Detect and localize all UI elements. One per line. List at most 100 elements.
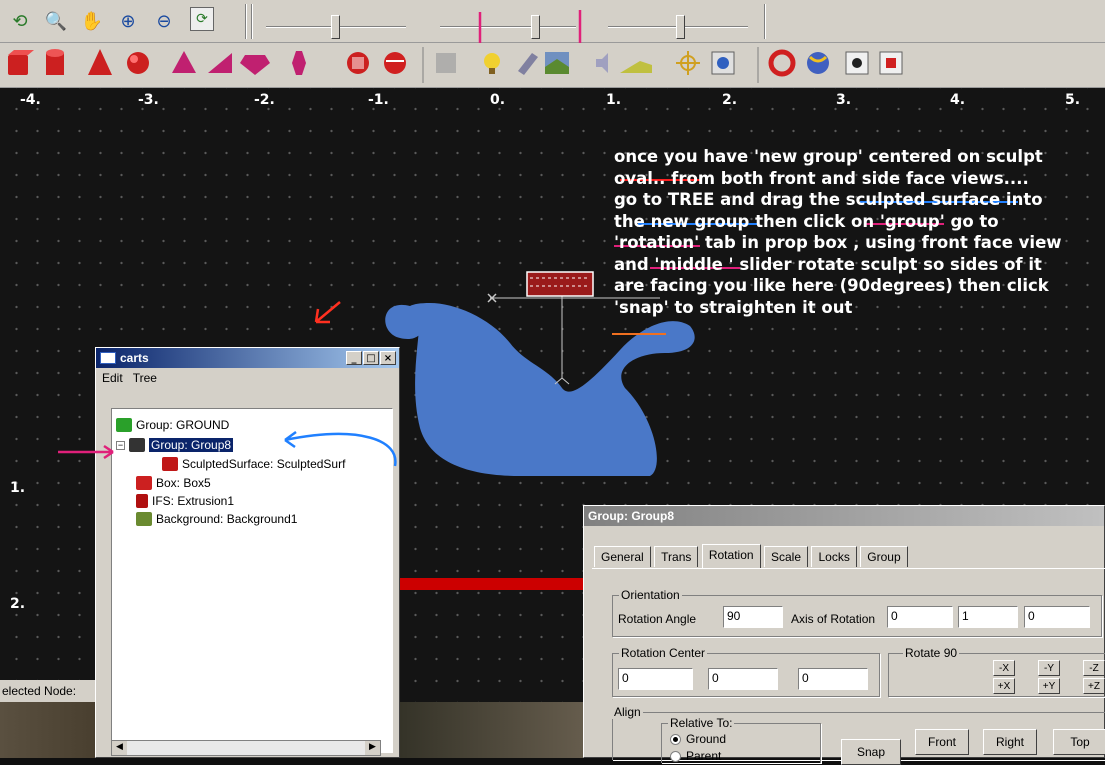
properties-tabs: General Trans Rotation Scale Locks Group [594, 544, 908, 568]
properties-titlebar[interactable]: Group: Group8 [584, 506, 1104, 526]
red-arrow-annotation [314, 301, 341, 324]
instruction-line: are facing you like here (90degrees) the… [614, 276, 1049, 295]
tree-node-label: Group: GROUND [136, 418, 230, 432]
orbit-icon[interactable]: ⟲ [6, 7, 34, 35]
texture-icon[interactable] [879, 51, 903, 75]
sphere-icon[interactable] [127, 52, 149, 74]
wedge-icon[interactable] [208, 53, 232, 73]
tab-trans[interactable]: Trans [654, 546, 699, 567]
tree-node-label: Background: Background1 [156, 512, 298, 526]
rotation-tab-panel: Orientation Rotation Angle 90 Axis of Ro… [592, 568, 1105, 765]
rotate-minus-y-button[interactable]: -Y [1038, 660, 1060, 676]
rotation-angle-field[interactable]: 90 [723, 606, 783, 628]
toolbar-separator [764, 4, 766, 39]
center-x-field[interactable]: 0 [618, 668, 693, 690]
cone-icon[interactable] [88, 49, 112, 75]
world-icon[interactable] [807, 52, 829, 74]
rotate-plus-x-button[interactable]: +X [993, 678, 1015, 694]
scroll-right-icon[interactable]: ▶ [365, 741, 380, 755]
horizontal-scrollbar[interactable]: ◀ ▶ [111, 740, 381, 756]
menu-tree[interactable]: Tree [133, 371, 157, 385]
tree-node-sculpted[interactable]: SculptedSurface: SculptedSurf [162, 457, 345, 471]
snap-button[interactable]: Snap [841, 739, 901, 765]
carts-menubar: Edit Tree [96, 368, 399, 388]
zoom-region-icon[interactable]: 🔍 [42, 7, 70, 35]
rotate-minus-x-button[interactable]: -X [993, 660, 1015, 676]
background-icon[interactable] [545, 52, 569, 74]
selected-group-bbox[interactable] [526, 271, 594, 297]
rotate-minus-z-button[interactable]: -Z [1083, 660, 1105, 676]
rotate-plus-z-button[interactable]: +Z [1083, 678, 1105, 694]
tab-rotation[interactable]: Rotation [701, 544, 761, 568]
tab-locks[interactable]: Locks [811, 546, 857, 567]
vase-icon[interactable] [292, 51, 306, 75]
relative-to-group: Relative To: Ground Parent [661, 716, 821, 763]
cylinder-icon[interactable] [46, 49, 64, 75]
axis-of-rotation-label: Axis of Rotation [791, 612, 876, 626]
tree-node-box[interactable]: Box: Box5 [136, 476, 211, 490]
extrusion-icon[interactable] [347, 52, 369, 74]
tree-node-ifs[interactable]: IFS: Extrusion1 [136, 494, 234, 508]
sound-icon[interactable] [596, 53, 608, 73]
terrain-icon[interactable] [620, 61, 652, 73]
right-button[interactable]: Right [983, 729, 1037, 755]
gem-icon[interactable] [240, 55, 270, 75]
orientation-label: Orientation [619, 588, 682, 602]
axis-y-field[interactable]: 1 [958, 606, 1018, 628]
slider-3-thumb[interactable] [676, 15, 685, 39]
tutorial-instructions: once you have 'new group' centered on sc… [614, 146, 1084, 318]
scroll-left-icon[interactable]: ◀ [112, 741, 127, 755]
box-icon[interactable] [8, 50, 34, 75]
tab-group[interactable]: Group [860, 546, 908, 567]
toolbar-separator [251, 4, 253, 39]
collapse-icon[interactable]: − [116, 440, 125, 450]
tab-scale[interactable]: Scale [764, 546, 809, 567]
sculpted-surface-icon[interactable] [384, 52, 406, 74]
viewpoint-icon[interactable] [711, 51, 735, 75]
ifs-node-icon [136, 494, 148, 508]
background-node-icon [136, 512, 152, 526]
center-z-field[interactable]: 0 [798, 668, 868, 690]
front-button[interactable]: Front [915, 729, 969, 755]
center-y-field[interactable]: 0 [708, 668, 778, 690]
animation-icon[interactable] [768, 49, 796, 77]
zoom-in-icon[interactable]: ⊕ [114, 7, 142, 35]
menu-edit[interactable]: Edit [102, 371, 123, 385]
carts-titlebar[interactable]: carts _ □ × [96, 348, 399, 368]
radio-label: Parent [686, 749, 722, 763]
relative-to-label: Relative To: [668, 716, 735, 730]
radio-ground[interactable]: Ground [670, 732, 726, 746]
inline-icon[interactable] [845, 51, 869, 75]
axis-x-field[interactable]: 0 [887, 606, 953, 628]
radio-parent[interactable]: Parent [670, 749, 721, 763]
instruction-line: go to TREE and drag the sculpted surface… [614, 190, 1043, 209]
align-label: Align [612, 705, 643, 719]
maximize-icon[interactable]: □ [363, 351, 379, 365]
rotate-plus-y-button[interactable]: +Y [1038, 678, 1060, 694]
axis-z-field[interactable]: 0 [1024, 606, 1090, 628]
tab-general[interactable]: General [594, 546, 651, 567]
properties-window: Group: Group8 General Trans Rotation Sca… [583, 505, 1105, 765]
orientation-group: Orientation Rotation Angle 90 Axis of Ro… [612, 588, 1102, 637]
minimize-icon[interactable]: _ [346, 351, 362, 365]
zoom-out-icon[interactable]: ⊖ [150, 7, 178, 35]
carts-tree-window: carts _ □ × Edit Tree Group: GROUND − Gr… [95, 347, 400, 758]
fit-view-icon[interactable]: ⟳ [190, 7, 214, 31]
tree-node-background[interactable]: Background: Background1 [136, 512, 297, 526]
top-button[interactable]: Top [1053, 729, 1105, 755]
group-icon[interactable] [436, 53, 456, 73]
point-light-icon[interactable] [484, 53, 500, 74]
tree-node-label-selected: Group: Group8 [149, 438, 234, 452]
slider-1-thumb[interactable] [331, 15, 340, 39]
tree-node-ground[interactable]: Group: GROUND [116, 418, 229, 432]
instruction-line: once you have 'new group' centered on sc… [614, 147, 1043, 166]
directional-light-icon[interactable] [676, 51, 700, 75]
pyramid-icon[interactable] [172, 51, 196, 73]
tree-node-group8[interactable]: − Group: Group8 [116, 438, 234, 452]
scene-tree[interactable]: Group: GROUND − Group: Group8 SculptedSu… [111, 408, 393, 753]
close-icon[interactable]: × [380, 351, 396, 365]
sculpted-surface-shape[interactable] [385, 303, 695, 476]
spot-light-icon[interactable] [518, 53, 538, 75]
pan-hand-icon[interactable]: ✋ [78, 7, 106, 35]
radio-label: Ground [686, 732, 727, 746]
